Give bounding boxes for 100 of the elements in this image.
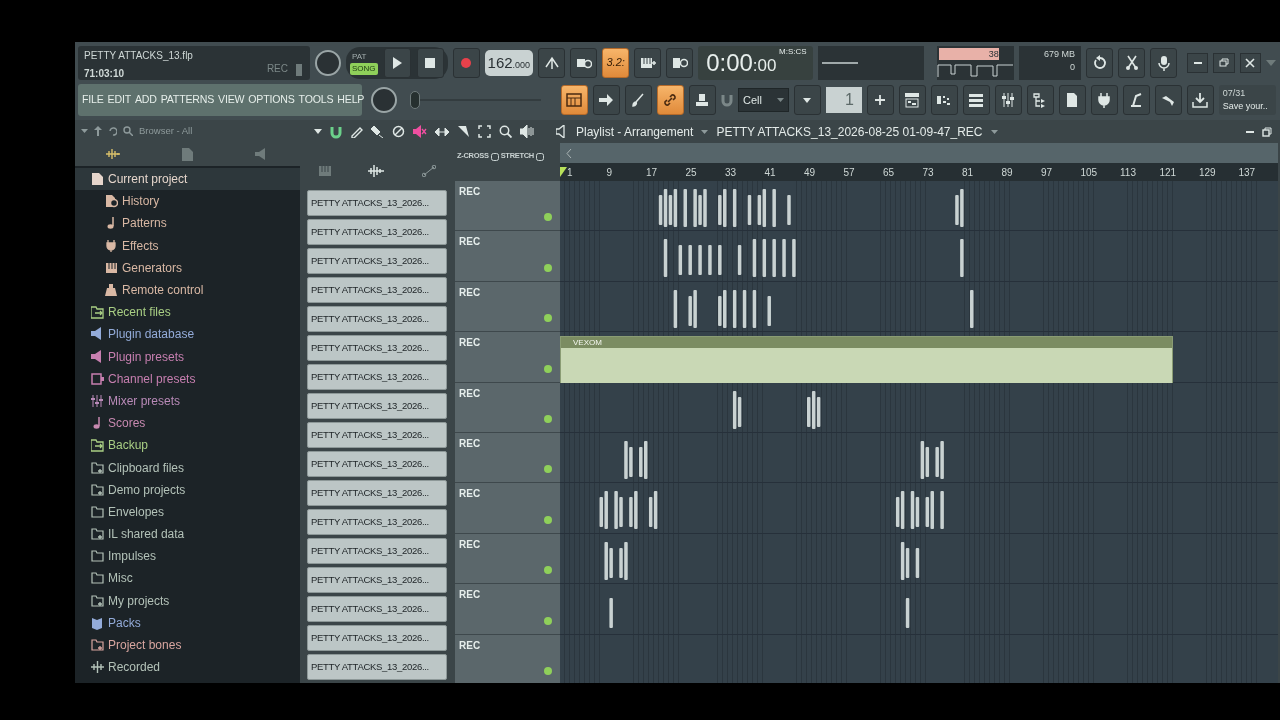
pattern-clip[interactable]: PETTY ATTACKS_13_2026... <box>307 393 447 419</box>
mute-icon[interactable] <box>413 125 427 138</box>
pattern-clip[interactable]: PETTY ATTACKS_13_2026... <box>307 596 447 622</box>
menu-item[interactable]: PATTERNS <box>160 92 215 108</box>
pattern-down-button[interactable] <box>793 85 821 115</box>
track-header[interactable]: REC <box>455 483 560 534</box>
browser-item[interactable]: Current project <box>108 170 188 189</box>
restore-icon[interactable] <box>1262 126 1272 137</box>
menu-item[interactable]: TOOLS <box>298 92 334 108</box>
pattern-clip[interactable]: PETTY ATTACKS_13_2026... <box>307 306 447 332</box>
tempo-display[interactable]: 162.000 <box>484 49 534 76</box>
delete-icon[interactable] <box>392 125 405 138</box>
pattern-clip[interactable]: PETTY ATTACKS_13_2026... <box>307 422 447 448</box>
automation-icon[interactable] <box>422 165 437 177</box>
waveform-icon[interactable] <box>368 165 385 177</box>
pattern-clip[interactable]: PETTY ATTACKS_13_2026... <box>307 364 447 390</box>
browser-tree-button[interactable] <box>1026 85 1054 115</box>
undo-icon[interactable] <box>108 126 117 136</box>
mixer-button[interactable] <box>994 85 1022 115</box>
loop-record-button[interactable] <box>666 47 694 78</box>
browser-item[interactable]: Scores <box>108 414 146 433</box>
download-button[interactable] <box>1186 85 1214 115</box>
browser-item[interactable]: IL shared data <box>108 525 185 544</box>
browser-item[interactable]: Backup <box>108 436 149 455</box>
browser-row[interactable]: Current project <box>75 168 300 191</box>
track-enable-dot[interactable] <box>544 213 552 222</box>
browser-title[interactable]: Browser - All <box>139 123 193 139</box>
track-enable-dot[interactable] <box>544 616 552 625</box>
caret-icon[interactable] <box>314 129 322 134</box>
scroll-left-icon[interactable] <box>566 148 572 158</box>
pattern-clip[interactable]: PETTY ATTACKS_13_2026... <box>307 654 447 680</box>
track-header[interactable]: REC <box>455 432 560 484</box>
pattern-clip[interactable]: PETTY ATTACKS_13_2026... <box>307 480 447 506</box>
stamp-button[interactable] <box>688 85 716 115</box>
pattern-clip[interactable]: PETTY ATTACKS_13_2026... <box>307 538 447 564</box>
up-arrow-icon[interactable] <box>94 126 102 136</box>
checkbox-icon[interactable] <box>490 153 499 161</box>
horizontal-scrollbar[interactable] <box>560 143 1278 163</box>
browser-item[interactable]: Envelopes <box>108 502 165 521</box>
waveform-icon[interactable] <box>106 148 120 160</box>
metronome-button[interactable] <box>538 47 566 78</box>
browser-item[interactable]: Recorded <box>108 658 161 677</box>
caret-icon[interactable] <box>701 129 709 134</box>
browser-item[interactable]: Recent files <box>108 303 171 322</box>
track-header[interactable]: REC <box>455 231 560 282</box>
menu-item[interactable]: OPTIONS <box>248 92 295 108</box>
pattern-clip[interactable]: PETTY ATTACKS_13_2026... <box>307 248 447 274</box>
link-button[interactable] <box>656 85 684 115</box>
magnet-icon[interactable] <box>330 124 342 139</box>
add-pattern-button[interactable] <box>866 85 894 115</box>
close-button[interactable] <box>1239 52 1261 73</box>
checkbox-icon[interactable] <box>536 153 544 161</box>
master-volume-knob[interactable] <box>315 49 341 76</box>
pattern-clip[interactable]: PETTY ATTACKS_13_2026... <box>307 335 447 361</box>
pattern-clip[interactable]: PETTY ATTACKS_13_2026... <box>307 509 447 535</box>
browser-item[interactable]: Plugin database <box>108 325 195 344</box>
menu-item[interactable]: ADD <box>134 92 157 108</box>
speaker-icon[interactable] <box>556 125 568 138</box>
zoom-icon[interactable] <box>499 125 512 138</box>
track-enable-dot[interactable] <box>544 364 552 373</box>
browser-item[interactable]: Impulses <box>108 547 157 566</box>
pattern-clip[interactable]: PETTY ATTACKS_13_2026... <box>307 190 447 216</box>
pattern-number-field[interactable]: 1 <box>825 87 862 113</box>
pencil-icon[interactable] <box>350 125 363 138</box>
track-header[interactable]: REC <box>455 382 560 433</box>
timeline-ruler[interactable]: 1 9 17 25 33 41 49 57 65 73 81 89 97 105 113 121 129 137 <box>560 163 1278 181</box>
browser-item[interactable]: Clipboard files <box>108 458 185 477</box>
menu-item[interactable]: FILE <box>82 92 104 108</box>
menu-item[interactable]: VIEW <box>218 92 245 108</box>
track-header[interactable]: REC <box>455 181 560 232</box>
brush-button[interactable] <box>624 85 652 115</box>
wait-button[interactable] <box>570 47 598 78</box>
track-header[interactable]: REC <box>455 533 560 585</box>
pattern-clip[interactable]: PETTY ATTACKS_13_2026... <box>307 625 447 651</box>
pattern-clip[interactable]: PETTY ATTACKS_13_2026... <box>307 277 447 303</box>
browser-item[interactable]: History <box>122 192 160 211</box>
slip-icon[interactable] <box>435 125 449 138</box>
track-enable-dot[interactable] <box>544 263 552 272</box>
track-enable-dot[interactable] <box>544 566 552 575</box>
track-header[interactable]: REC <box>455 332 560 383</box>
arrow-button[interactable] <box>592 85 620 115</box>
playlist-button[interactable] <box>560 85 588 115</box>
step-sequencer-button[interactable] <box>930 85 958 115</box>
browser-item[interactable]: Channel presets <box>108 369 196 388</box>
mode-toggle[interactable]: SONG <box>350 62 378 75</box>
undo-history-button[interactable] <box>1086 47 1114 78</box>
restore-button[interactable] <box>1213 52 1235 73</box>
track-header[interactable]: REC <box>455 584 560 635</box>
document-button[interactable] <box>1058 85 1086 115</box>
track-enable-dot[interactable] <box>544 515 552 524</box>
track-lane[interactable]: VEXOM <box>560 332 1278 383</box>
pattern-clip[interactable]: PETTY ATTACKS_13_2026... <box>307 567 447 593</box>
browser-item[interactable]: Misc <box>108 569 133 588</box>
playlist-window-button[interactable] <box>898 85 926 115</box>
browser-item[interactable]: Effects <box>122 236 159 255</box>
browser-item[interactable]: Remote control <box>122 281 204 300</box>
microphone-button[interactable] <box>1150 47 1178 78</box>
piano-plus-button[interactable] <box>634 47 662 78</box>
snap-select[interactable]: Cell <box>737 88 789 112</box>
browser-item[interactable]: Patterns <box>122 214 167 233</box>
